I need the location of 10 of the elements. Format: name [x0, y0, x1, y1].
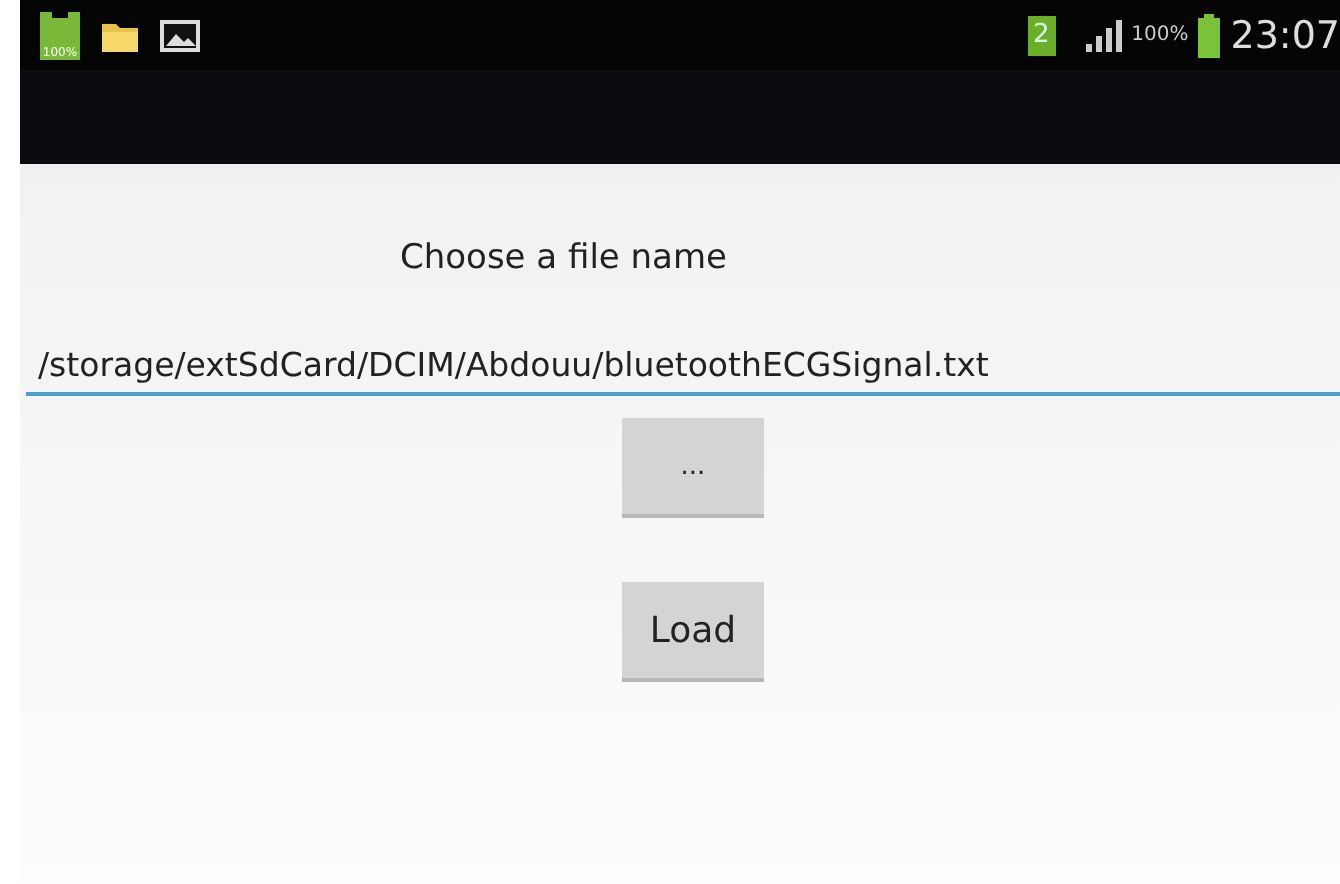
browse-button[interactable]: ... [622, 418, 764, 518]
battery-percent: 100% [1131, 24, 1189, 46]
file-name-field[interactable]: /storage/extSdCard/DCIM/Abdouu/bluetoothECGSignal.txt [26, 338, 1340, 396]
clock: 23:07 [1230, 13, 1340, 57]
sim-badge: 2 [1027, 15, 1056, 55]
image-icon [160, 17, 200, 53]
battery-icon [1198, 13, 1221, 57]
form-title: Choose a file name [400, 238, 727, 278]
signal-icon [1081, 17, 1122, 53]
load-button[interactable]: Load [622, 582, 764, 682]
